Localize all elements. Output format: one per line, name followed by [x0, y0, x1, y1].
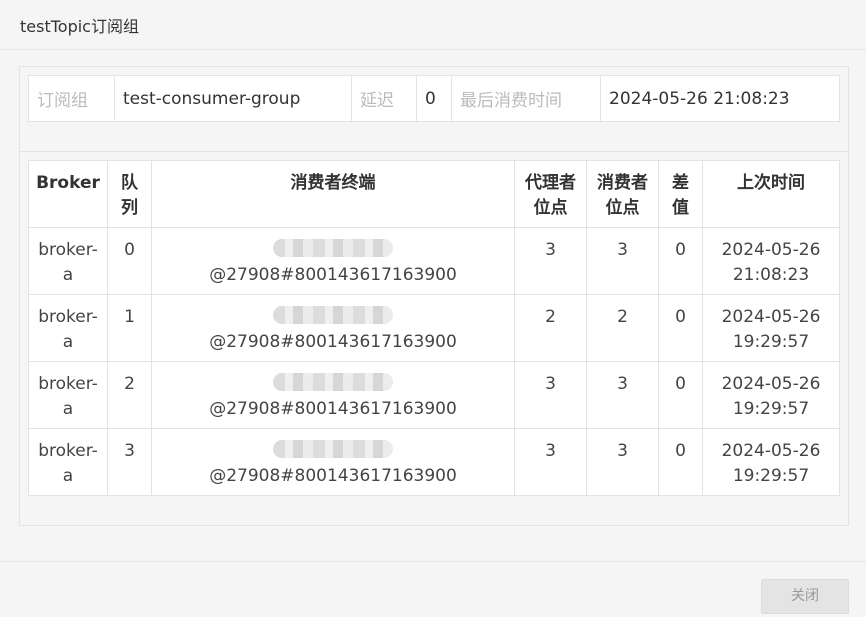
- cell-diff: 0: [658, 361, 703, 429]
- cell-diff: 0: [658, 294, 703, 362]
- content-panel: 订阅组 test-consumer-group 延迟 0 最后消费时间 2024…: [19, 66, 849, 526]
- table-row: broker- a 3 @27908#800143617163900 3 3 0…: [28, 428, 840, 496]
- group-label: 订阅组: [28, 75, 115, 122]
- group-value: test-consumer-group: [114, 75, 352, 122]
- queue-table: Broker 队 列 消费者终端 代理者 位点 消费者 位点 差 值 上次时间 …: [28, 160, 840, 496]
- cell-client: @27908#800143617163900: [151, 294, 515, 362]
- cell-broker: broker- a: [28, 294, 108, 362]
- col-diff-header: 差 值: [658, 160, 703, 228]
- cell-broker-offset: 3: [514, 227, 587, 295]
- cell-last-time: 2024-05-26 21:08:23: [702, 227, 840, 295]
- cell-diff: 0: [658, 227, 703, 295]
- cell-broker: broker- a: [28, 227, 108, 295]
- last-consume-label: 最后消费时间: [451, 75, 601, 122]
- group-info-row: 订阅组 test-consumer-group 延迟 0 最后消费时间 2024…: [28, 75, 840, 122]
- col-broker-header: Broker: [28, 160, 108, 228]
- close-button[interactable]: 关闭: [761, 579, 849, 614]
- redacted-blur: [273, 373, 393, 391]
- table-header-row: Broker 队 列 消费者终端 代理者 位点 消费者 位点 差 值 上次时间: [28, 160, 840, 228]
- modal-footer: 关闭: [0, 561, 866, 617]
- col-consumer-offset-header: 消费者 位点: [586, 160, 659, 228]
- cell-broker-offset: 2: [514, 294, 587, 362]
- col-last-time-header: 上次时间: [702, 160, 840, 228]
- delay-label: 延迟: [351, 75, 417, 122]
- redacted-blur: [273, 239, 393, 257]
- cell-consumer-offset: 3: [586, 361, 659, 429]
- modal-title: testTopic订阅组: [20, 17, 139, 36]
- cell-queue: 2: [107, 361, 152, 429]
- cell-consumer-offset: 2: [586, 294, 659, 362]
- delay-value: 0: [416, 75, 452, 122]
- table-row: broker- a 2 @27908#800143617163900 3 3 0…: [28, 361, 840, 429]
- group-info-table: 订阅组 test-consumer-group 延迟 0 最后消费时间 2024…: [28, 75, 840, 122]
- cell-consumer-offset: 3: [586, 428, 659, 496]
- modal-header: testTopic订阅组: [0, 0, 866, 50]
- redacted-blur: [273, 440, 393, 458]
- cell-queue: 0: [107, 227, 152, 295]
- cell-client: @27908#800143617163900: [151, 428, 515, 496]
- cell-client: @27908#800143617163900: [151, 227, 515, 295]
- col-queue-header: 队 列: [107, 160, 152, 228]
- cell-last-time: 2024-05-26 19:29:57: [702, 428, 840, 496]
- cell-client: @27908#800143617163900: [151, 361, 515, 429]
- cell-diff: 0: [658, 428, 703, 496]
- cell-broker: broker- a: [28, 428, 108, 496]
- last-consume-value: 2024-05-26 21:08:23: [600, 75, 840, 122]
- cell-last-time: 2024-05-26 19:29:57: [702, 294, 840, 362]
- cell-consumer-offset: 3: [586, 227, 659, 295]
- table-row: broker- a 0 @27908#800143617163900 3 3 0…: [28, 227, 840, 295]
- col-client-header: 消费者终端: [151, 160, 515, 228]
- cell-queue: 3: [107, 428, 152, 496]
- subscription-group-modal: testTopic订阅组 订阅组 test-consumer-group 延迟 …: [0, 0, 866, 617]
- panel-divider: [20, 151, 848, 152]
- cell-broker: broker- a: [28, 361, 108, 429]
- cell-queue: 1: [107, 294, 152, 362]
- cell-broker-offset: 3: [514, 361, 587, 429]
- cell-last-time: 2024-05-26 19:29:57: [702, 361, 840, 429]
- redacted-blur: [273, 306, 393, 324]
- cell-broker-offset: 3: [514, 428, 587, 496]
- col-broker-offset-header: 代理者 位点: [514, 160, 587, 228]
- table-row: broker- a 1 @27908#800143617163900 2 2 0…: [28, 294, 840, 362]
